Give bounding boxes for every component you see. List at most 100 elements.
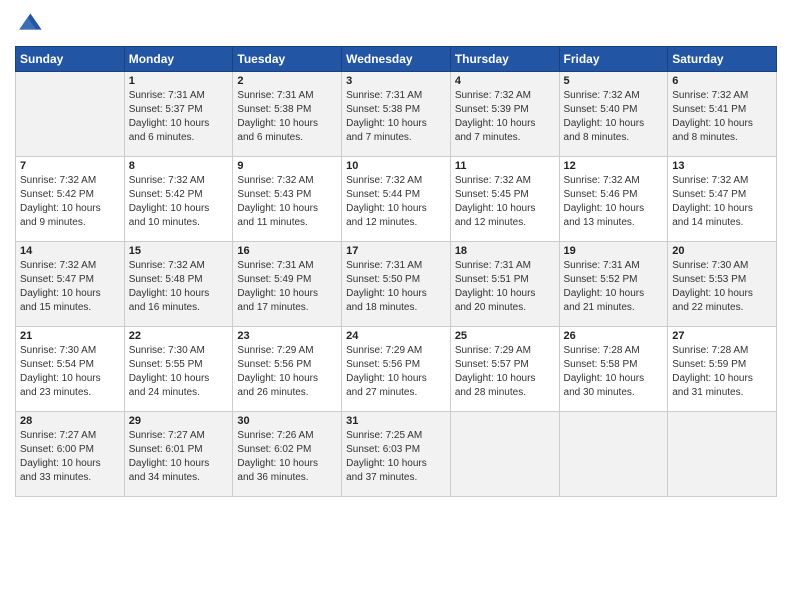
day-info: Sunrise: 7:31 AM Sunset: 5:51 PM Dayligh…: [455, 259, 555, 315]
day-number: 6: [672, 75, 772, 87]
day-info: Sunrise: 7:25 AM Sunset: 6:03 PM Dayligh…: [346, 429, 446, 485]
day-number: 11: [455, 160, 555, 172]
day-number: 15: [129, 245, 229, 257]
day-number: 19: [564, 245, 664, 257]
calendar-cell: 18 Sunrise: 7:31 AM Sunset: 5:51 PM Dayli…: [450, 242, 559, 327]
calendar-cell: 19 Sunrise: 7:31 AM Sunset: 5:52 PM Dayli…: [559, 242, 668, 327]
calendar-cell: 15 Sunrise: 7:32 AM Sunset: 5:48 PM Dayli…: [124, 242, 233, 327]
calendar-cell: 3 Sunrise: 7:31 AM Sunset: 5:38 PM Daylig…: [342, 72, 451, 157]
calendar-cell: 24 Sunrise: 7:29 AM Sunset: 5:56 PM Dayli…: [342, 327, 451, 412]
calendar-cell: 1Sunrise: 7:31 AM Sunset: 5:37 PM Daylig…: [124, 72, 233, 157]
weekday-header-tuesday: Tuesday: [233, 47, 342, 72]
calendar-cell: 27 Sunrise: 7:28 AM Sunset: 5:59 PM Dayli…: [668, 327, 777, 412]
day-number: 24: [346, 330, 446, 342]
calendar-cell: 23 Sunrise: 7:29 AM Sunset: 5:56 PM Dayli…: [233, 327, 342, 412]
calendar-cell: 13 Sunrise: 7:32 AM Sunset: 5:47 PM Dayli…: [668, 157, 777, 242]
calendar-table: SundayMondayTuesdayWednesdayThursdayFrid…: [15, 46, 777, 497]
calendar-cell: 16 Sunrise: 7:31 AM Sunset: 5:49 PM Dayli…: [233, 242, 342, 327]
day-number: 2: [237, 75, 337, 87]
day-info: Sunrise: 7:30 AM Sunset: 5:53 PM Dayligh…: [672, 259, 772, 315]
day-info: Sunrise: 7:32 AM Sunset: 5:41 PM Dayligh…: [672, 89, 772, 145]
calendar-cell: 9Sunrise: 7:32 AM Sunset: 5:43 PM Daylig…: [233, 157, 342, 242]
calendar-cell: [450, 412, 559, 497]
weekday-header-monday: Monday: [124, 47, 233, 72]
calendar-week-3: 14Sunrise: 7:32 AM Sunset: 5:47 PM Dayli…: [16, 242, 777, 327]
day-number: 18: [455, 245, 555, 257]
calendar-body: 1Sunrise: 7:31 AM Sunset: 5:37 PM Daylig…: [16, 72, 777, 497]
day-number: 14: [20, 245, 120, 257]
day-info: Sunrise: 7:32 AM Sunset: 5:46 PM Dayligh…: [564, 174, 664, 230]
header: [15, 10, 777, 38]
day-info: Sunrise: 7:29 AM Sunset: 5:57 PM Dayligh…: [455, 344, 555, 400]
day-number: 12: [564, 160, 664, 172]
main-container: SundayMondayTuesdayWednesdayThursdayFrid…: [0, 0, 792, 507]
calendar-cell: 8Sunrise: 7:32 AM Sunset: 5:42 PM Daylig…: [124, 157, 233, 242]
day-number: 3: [346, 75, 446, 87]
day-number: 31: [346, 415, 446, 427]
weekday-header-thursday: Thursday: [450, 47, 559, 72]
day-number: 16: [237, 245, 337, 257]
calendar-cell: 5Sunrise: 7:32 AM Sunset: 5:40 PM Daylig…: [559, 72, 668, 157]
calendar-header: SundayMondayTuesdayWednesdayThursdayFrid…: [16, 47, 777, 72]
calendar-cell: 12 Sunrise: 7:32 AM Sunset: 5:46 PM Dayli…: [559, 157, 668, 242]
calendar-cell: 29 Sunrise: 7:27 AM Sunset: 6:01 PM Dayli…: [124, 412, 233, 497]
day-number: 21: [20, 330, 120, 342]
day-number: 17: [346, 245, 446, 257]
calendar-week-2: 7 Sunrise: 7:32 AM Sunset: 5:42 PM Daylig…: [16, 157, 777, 242]
calendar-cell: [668, 412, 777, 497]
day-number: 28: [20, 415, 120, 427]
day-number: 23: [237, 330, 337, 342]
day-info: Sunrise: 7:31 AM Sunset: 5:38 PM Dayligh…: [237, 89, 337, 145]
day-info: Sunrise: 7:29 AM Sunset: 5:56 PM Dayligh…: [346, 344, 446, 400]
weekday-header-sunday: Sunday: [16, 47, 125, 72]
day-info: Sunrise: 7:30 AM Sunset: 5:55 PM Dayligh…: [129, 344, 229, 400]
logo-icon: [15, 10, 43, 38]
day-info: Sunrise: 7:27 AM Sunset: 6:01 PM Dayligh…: [129, 429, 229, 485]
header-row: SundayMondayTuesdayWednesdayThursdayFrid…: [16, 47, 777, 72]
day-number: 1: [129, 75, 229, 87]
day-info: Sunrise: 7:32 AM Sunset: 5:47 PM Dayligh…: [672, 174, 772, 230]
weekday-header-saturday: Saturday: [668, 47, 777, 72]
day-number: 27: [672, 330, 772, 342]
day-info: Sunrise: 7:32 AM Sunset: 5:42 PM Dayligh…: [20, 174, 120, 230]
weekday-header-wednesday: Wednesday: [342, 47, 451, 72]
day-info: Sunrise: 7:28 AM Sunset: 5:59 PM Dayligh…: [672, 344, 772, 400]
calendar-cell: [16, 72, 125, 157]
weekday-header-friday: Friday: [559, 47, 668, 72]
calendar-cell: 26Sunrise: 7:28 AM Sunset: 5:58 PM Dayli…: [559, 327, 668, 412]
calendar-cell: 31 Sunrise: 7:25 AM Sunset: 6:03 PM Dayli…: [342, 412, 451, 497]
day-number: 4: [455, 75, 555, 87]
day-number: 13: [672, 160, 772, 172]
day-info: Sunrise: 7:28 AM Sunset: 5:58 PM Dayligh…: [564, 344, 664, 400]
day-info: Sunrise: 7:32 AM Sunset: 5:48 PM Dayligh…: [129, 259, 229, 315]
calendar-cell: 10Sunrise: 7:32 AM Sunset: 5:44 PM Dayli…: [342, 157, 451, 242]
day-info: Sunrise: 7:32 AM Sunset: 5:42 PM Dayligh…: [129, 174, 229, 230]
day-info: Sunrise: 7:27 AM Sunset: 6:00 PM Dayligh…: [20, 429, 120, 485]
day-number: 29: [129, 415, 229, 427]
calendar-cell: 4Sunrise: 7:32 AM Sunset: 5:39 PM Daylig…: [450, 72, 559, 157]
day-info: Sunrise: 7:32 AM Sunset: 5:45 PM Dayligh…: [455, 174, 555, 230]
calendar-cell: 7 Sunrise: 7:32 AM Sunset: 5:42 PM Daylig…: [16, 157, 125, 242]
day-number: 7: [20, 160, 120, 172]
calendar-cell: 14Sunrise: 7:32 AM Sunset: 5:47 PM Dayli…: [16, 242, 125, 327]
day-info: Sunrise: 7:32 AM Sunset: 5:44 PM Dayligh…: [346, 174, 446, 230]
day-number: 25: [455, 330, 555, 342]
day-number: 9: [237, 160, 337, 172]
day-info: Sunrise: 7:29 AM Sunset: 5:56 PM Dayligh…: [237, 344, 337, 400]
day-info: Sunrise: 7:26 AM Sunset: 6:02 PM Dayligh…: [237, 429, 337, 485]
day-number: 30: [237, 415, 337, 427]
calendar-cell: 28 Sunrise: 7:27 AM Sunset: 6:00 PM Dayli…: [16, 412, 125, 497]
calendar-week-1: 1Sunrise: 7:31 AM Sunset: 5:37 PM Daylig…: [16, 72, 777, 157]
calendar-week-4: 21 Sunrise: 7:30 AM Sunset: 5:54 PM Dayli…: [16, 327, 777, 412]
day-info: Sunrise: 7:31 AM Sunset: 5:38 PM Dayligh…: [346, 89, 446, 145]
day-info: Sunrise: 7:30 AM Sunset: 5:54 PM Dayligh…: [20, 344, 120, 400]
calendar-cell: 22 Sunrise: 7:30 AM Sunset: 5:55 PM Dayli…: [124, 327, 233, 412]
calendar-cell: 30 Sunrise: 7:26 AM Sunset: 6:02 PM Dayli…: [233, 412, 342, 497]
day-number: 22: [129, 330, 229, 342]
day-info: Sunrise: 7:31 AM Sunset: 5:52 PM Dayligh…: [564, 259, 664, 315]
day-info: Sunrise: 7:31 AM Sunset: 5:50 PM Dayligh…: [346, 259, 446, 315]
calendar-cell: [559, 412, 668, 497]
logo: [15, 10, 47, 38]
day-info: Sunrise: 7:31 AM Sunset: 5:49 PM Dayligh…: [237, 259, 337, 315]
calendar-week-5: 28 Sunrise: 7:27 AM Sunset: 6:00 PM Dayli…: [16, 412, 777, 497]
